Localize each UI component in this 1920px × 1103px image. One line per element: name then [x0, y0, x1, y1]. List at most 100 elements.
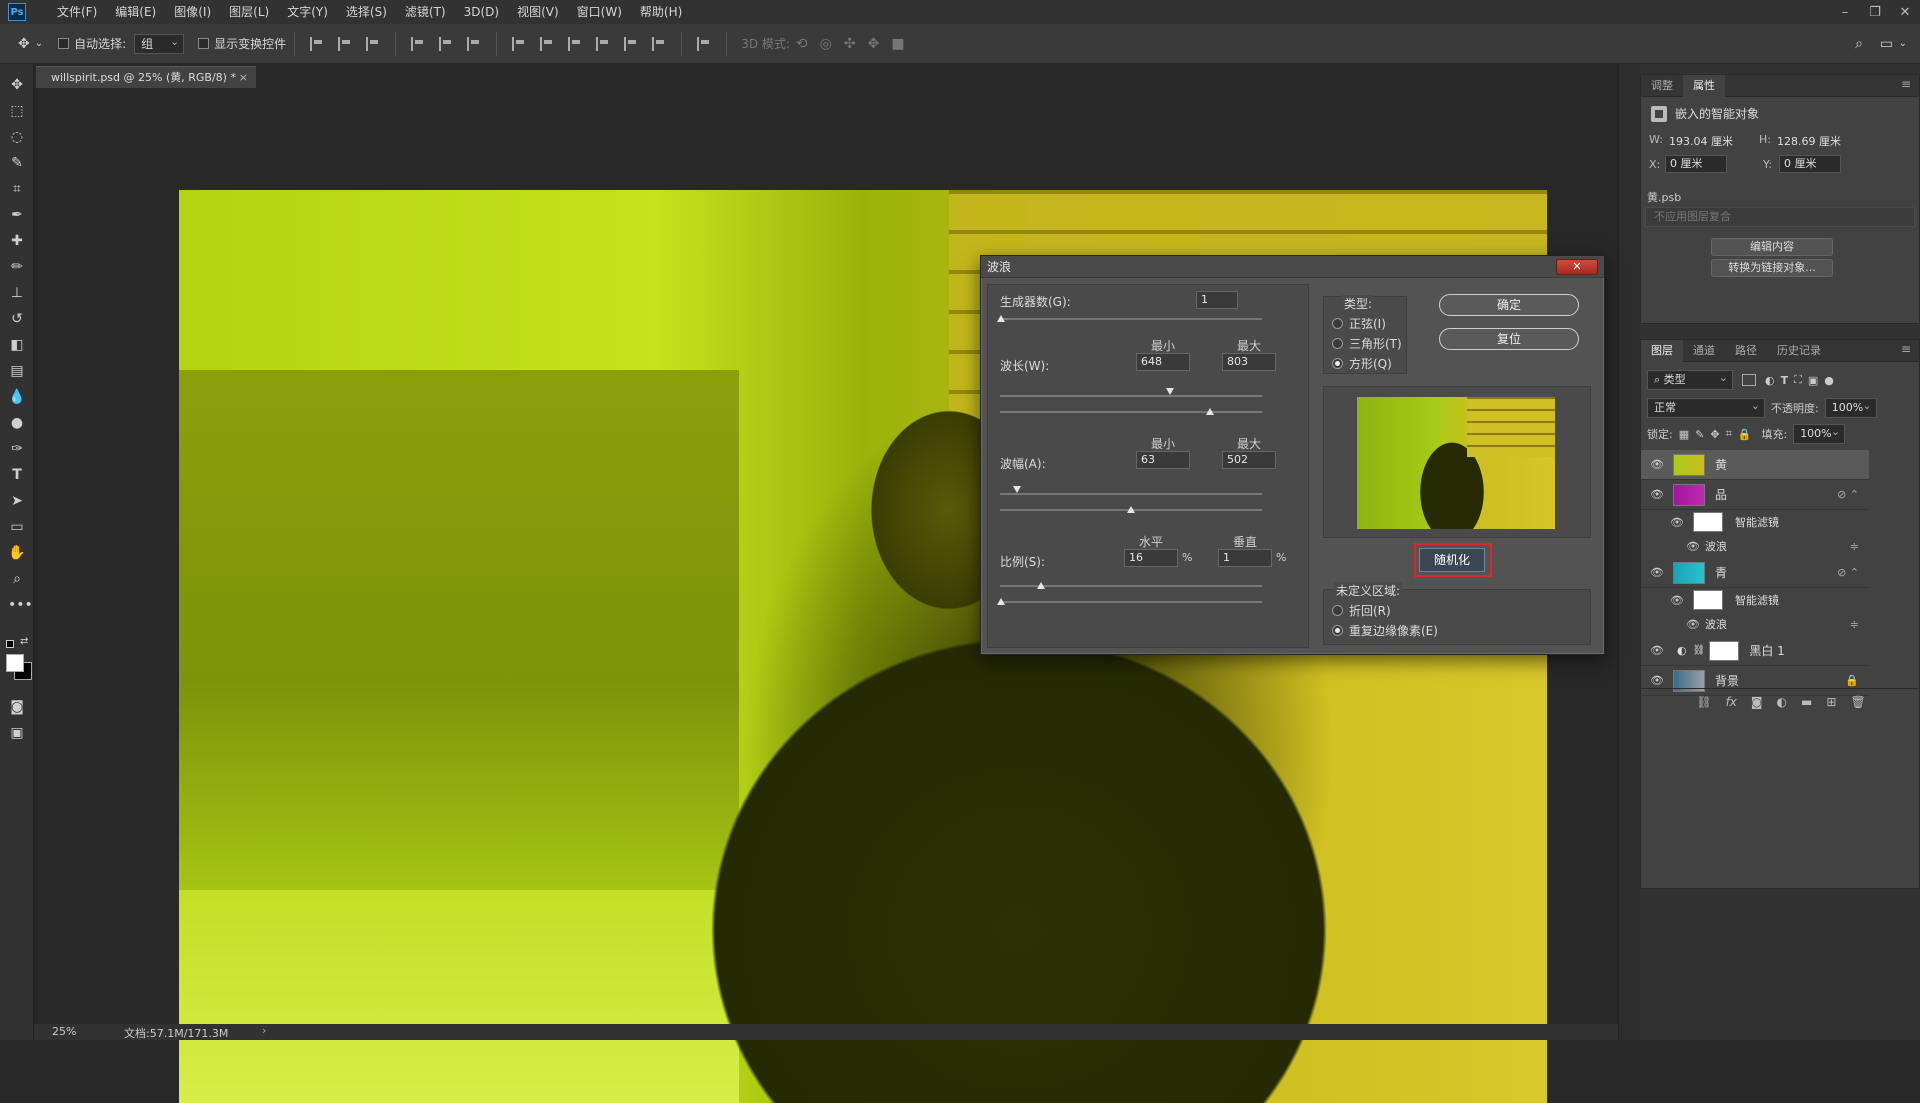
filter-smart-icon[interactable]: ▣ [1808, 374, 1818, 387]
ok-button[interactable]: 确定 [1439, 294, 1579, 316]
camera-3d-icon[interactable]: ■ [891, 36, 904, 52]
pen-tool-icon[interactable]: ✑ [8, 440, 26, 458]
wavelength-min-slider-thumb[interactable] [1166, 388, 1174, 395]
new-group-icon[interactable]: ▬ [1801, 695, 1812, 709]
generators-slider-track[interactable] [1000, 318, 1262, 320]
generators-slider-thumb[interactable] [997, 315, 1005, 322]
default-colors-icon[interactable] [6, 640, 14, 648]
h-value[interactable]: 128.69 厘米 [1777, 133, 1841, 149]
zoom-level[interactable]: 25% [52, 1025, 76, 1038]
delete-layer-icon[interactable]: 🗑 [1850, 695, 1865, 709]
lock-transparent-icon[interactable]: ▦ [1679, 428, 1689, 441]
eye-icon[interactable]: 👁 [1647, 458, 1667, 471]
quick-select-tool-icon[interactable]: ✎ [8, 154, 26, 172]
repeat-edge-radio[interactable]: 重复边缘像素(E) [1332, 622, 1438, 639]
healing-brush-tool-icon[interactable]: ✚ [8, 232, 26, 250]
smart-filter-row[interactable]: 👁 智能滤镜 [1641, 588, 1869, 612]
filter-toggle-icon[interactable]: ● [1824, 374, 1834, 387]
filter-pixel-icon[interactable] [1742, 374, 1756, 386]
workspace-icon[interactable]: ▭ [1880, 36, 1893, 52]
layer-comp-dropdown[interactable]: 不应用图层复合 [1645, 207, 1915, 227]
new-adjustment-icon[interactable]: ◐ [1777, 695, 1787, 709]
quick-mask-icon[interactable]: ◙ [8, 698, 26, 716]
tab-properties[interactable]: 属性 [1683, 74, 1725, 97]
type-square-radio[interactable]: 方形(Q) [1332, 355, 1392, 372]
generators-field[interactable]: 1 [1196, 291, 1238, 309]
tab-adjustments[interactable]: 调整 [1641, 75, 1683, 97]
radio-button[interactable] [1332, 318, 1343, 329]
menu-help[interactable]: 帮助(H) [631, 0, 691, 24]
tab-layers[interactable]: 图层 [1641, 339, 1683, 362]
document-tab[interactable]: willspirit.psd @ 25% (黄, RGB/8) * × [36, 66, 256, 88]
scale-horizontal-field[interactable]: 16 [1124, 549, 1178, 567]
eye-icon[interactable]: 👁 [1647, 488, 1667, 501]
screen-mode-icon[interactable]: ▣ [8, 724, 26, 742]
filter-shape-icon[interactable]: ⛶ [1794, 373, 1802, 387]
menu-window[interactable]: 窗口(W) [568, 0, 631, 24]
eye-icon[interactable]: 👁 [1667, 516, 1687, 529]
brush-tool-icon[interactable]: ✏ [8, 258, 26, 276]
amplitude-min-slider-track[interactable] [1000, 493, 1262, 495]
search-icon[interactable]: ⌕ [1855, 36, 1863, 52]
marquee-tool-icon[interactable]: ⬚ [8, 102, 26, 120]
minimize-button[interactable]: – [1830, 0, 1860, 24]
slide-3d-icon[interactable]: ✥ [868, 36, 880, 52]
amplitude-min-slider-thumb[interactable] [1013, 486, 1021, 493]
distribute-right-icon[interactable] [652, 36, 666, 51]
filter-row[interactable]: 👁 波浪 ≑ [1641, 612, 1869, 636]
preview-image[interactable] [1357, 397, 1555, 529]
menu-filter[interactable]: 滤镜(T) [396, 0, 455, 24]
checkbox-box[interactable] [58, 38, 70, 49]
wavelength-max-slider-track[interactable] [1000, 411, 1262, 413]
add-mask-icon[interactable]: ◙ [1751, 695, 1763, 709]
menu-image[interactable]: 图像(I) [165, 0, 220, 24]
amplitude-max-slider-thumb[interactable] [1127, 506, 1135, 513]
shape-tool-icon[interactable]: ▭ [8, 518, 26, 536]
scale-horizontal-slider-thumb[interactable] [1037, 582, 1045, 589]
fill-field[interactable]: 100% [1793, 423, 1846, 444]
filter-row[interactable]: 👁 波浪 ≑ [1641, 534, 1869, 558]
drag-3d-icon[interactable]: ✣ [844, 36, 856, 52]
swap-colors-icon[interactable]: ⇄ [20, 636, 28, 647]
edit-contents-button[interactable]: 编辑内容 [1711, 238, 1833, 256]
opacity-field[interactable]: 100% [1824, 397, 1877, 418]
eye-icon[interactable]: 👁 [1683, 540, 1703, 553]
distribute-hcenter-icon[interactable] [624, 36, 638, 51]
close-tab-icon[interactable]: × [239, 67, 248, 89]
menu-select[interactable]: 选择(S) [337, 0, 396, 24]
amplitude-max-field[interactable]: 502 [1222, 451, 1276, 469]
layer-row[interactable]: 👁 品 ⊘ ⌃ [1641, 480, 1869, 510]
chevron-down-icon[interactable]: ⌄ [1899, 38, 1907, 49]
menu-view[interactable]: 视图(V) [508, 0, 568, 24]
tab-history[interactable]: 历史记录 [1767, 340, 1831, 362]
align-right-icon[interactable] [467, 36, 481, 51]
tab-paths[interactable]: 路径 [1725, 340, 1767, 362]
filter-options-icon[interactable]: ≑ [1850, 540, 1859, 553]
layer-row[interactable]: 👁 黄 [1641, 450, 1869, 480]
link-layers-icon[interactable]: ⛓ [1696, 695, 1711, 709]
lock-position-icon[interactable]: ✥ [1710, 428, 1719, 441]
randomize-button[interactable]: 随机化 [1419, 548, 1485, 572]
move-tool-icon[interactable]: ✥ [18, 36, 30, 52]
filter-adjust-icon[interactable]: ◐ [1765, 374, 1775, 387]
show-transform-checkbox[interactable]: 显示变换控件 [198, 35, 286, 52]
blend-mode-dropdown[interactable]: 正常 [1647, 397, 1765, 418]
eye-icon[interactable]: 👁 [1647, 674, 1667, 687]
auto-select-checkbox[interactable]: 自动选择: [58, 35, 126, 52]
lock-image-icon[interactable]: ✎ [1695, 428, 1704, 441]
menu-layer[interactable]: 图层(L) [220, 0, 278, 24]
menu-type[interactable]: 文字(Y) [278, 0, 337, 24]
scale-vertical-slider-track[interactable] [1000, 601, 1262, 603]
chevron-down-icon[interactable]: ⌄ [35, 38, 43, 49]
distribute-vcenter-icon[interactable] [540, 36, 554, 51]
smart-filter-row[interactable]: 👁 智能滤镜 [1641, 510, 1869, 534]
move-tool-icon[interactable]: ✥ [8, 76, 26, 94]
reset-button[interactable]: 复位 [1439, 328, 1579, 350]
w-value[interactable]: 193.04 厘米 [1669, 133, 1733, 149]
gradient-tool-icon[interactable]: ▤ [8, 362, 26, 380]
history-brush-tool-icon[interactable]: ↺ [8, 310, 26, 328]
eye-icon[interactable]: 👁 [1647, 644, 1667, 657]
convert-linked-button[interactable]: 转换为链接对象... [1711, 259, 1833, 277]
eye-icon[interactable]: 👁 [1667, 594, 1687, 607]
wavelength-min-slider-track[interactable] [1000, 395, 1262, 397]
